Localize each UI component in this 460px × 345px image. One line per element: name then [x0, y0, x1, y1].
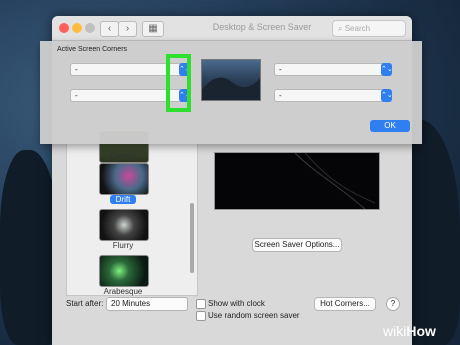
window-title: Desktop & Screen Saver [212, 22, 312, 32]
zoom-button[interactable] [85, 23, 95, 33]
corner-value: - [75, 65, 78, 74]
stepper-icon[interactable]: ⌃⌄ [381, 89, 393, 102]
list-scrollbar[interactable] [190, 203, 194, 273]
start-after-value: 20 Minutes [111, 299, 151, 308]
chevron-left-icon: ‹ [107, 23, 112, 34]
start-after-select[interactable]: 20 Minutes [106, 297, 188, 311]
saver-label-flurry: Flurry [112, 241, 134, 250]
corner-select-bottom-right[interactable]: - ⌃⌄ [274, 89, 393, 102]
saver-label-drift: Drift [85, 195, 161, 204]
corner-select-top-right[interactable]: - ⌃⌄ [274, 63, 393, 76]
rock-shape [0, 150, 60, 345]
minimize-button[interactable] [72, 23, 82, 33]
random-screen-saver-checkbox[interactable] [196, 311, 206, 321]
help-button[interactable]: ? [386, 297, 400, 311]
sheet-title: Active Screen Corners [57, 46, 128, 53]
back-button[interactable]: ‹ [100, 21, 119, 37]
close-button[interactable] [59, 23, 69, 33]
stepper-icon[interactable]: ⌃⌄ [381, 63, 393, 76]
saver-thumbnail-drift[interactable] [99, 163, 149, 195]
search-placeholder: Search [344, 24, 371, 33]
screen-saver-list[interactable]: Classic Drift Flurry Arabesque [66, 131, 198, 296]
preview-art [202, 77, 260, 100]
random-screen-saver-label: Use random screen saver [208, 311, 300, 320]
corner-value: - [75, 91, 78, 100]
active-screen-corners-sheet: Active Screen Corners - ⌃⌄ - ⌃⌄ - ⌃⌄ - ⌃… [40, 41, 422, 144]
corner-preview-image [201, 59, 261, 101]
corner-value: - [279, 65, 282, 74]
grid-icon: ▦ [148, 23, 158, 34]
show-with-clock-checkbox[interactable] [196, 299, 206, 309]
title-bar: ‹ › ▦ Desktop & Screen Saver ⌕ Search [52, 16, 412, 41]
preview-art [294, 153, 376, 209]
saver-label-classic: Classic [110, 151, 136, 160]
wikihow-watermark: wikiHow [383, 323, 436, 339]
start-after-label: Start after: [66, 299, 104, 308]
watermark-wiki: wiki [383, 323, 407, 339]
watermark-how: How [406, 323, 436, 339]
saver-thumbnail-flurry[interactable] [99, 209, 149, 241]
selected-label: Drift [109, 195, 137, 204]
screen-saver-options-button[interactable]: Screen Saver Options... [252, 238, 342, 252]
saver-label-arabesque: Arabesque [103, 287, 143, 296]
ok-button[interactable]: OK [370, 120, 410, 132]
show-with-clock-label: Show with clock [208, 299, 265, 308]
screen-saver-preview [214, 152, 380, 210]
highlight-box [166, 54, 191, 112]
forward-button[interactable]: › [118, 21, 137, 37]
chevron-right-icon: › [125, 23, 130, 34]
search-icon: ⌕ [338, 24, 343, 33]
saver-thumbnail-arabesque[interactable] [99, 255, 149, 287]
hot-corners-button[interactable]: Hot Corners... [314, 297, 376, 311]
show-all-button[interactable]: ▦ [142, 21, 164, 37]
corner-value: - [279, 91, 282, 100]
search-field[interactable]: ⌕ Search [332, 20, 406, 37]
